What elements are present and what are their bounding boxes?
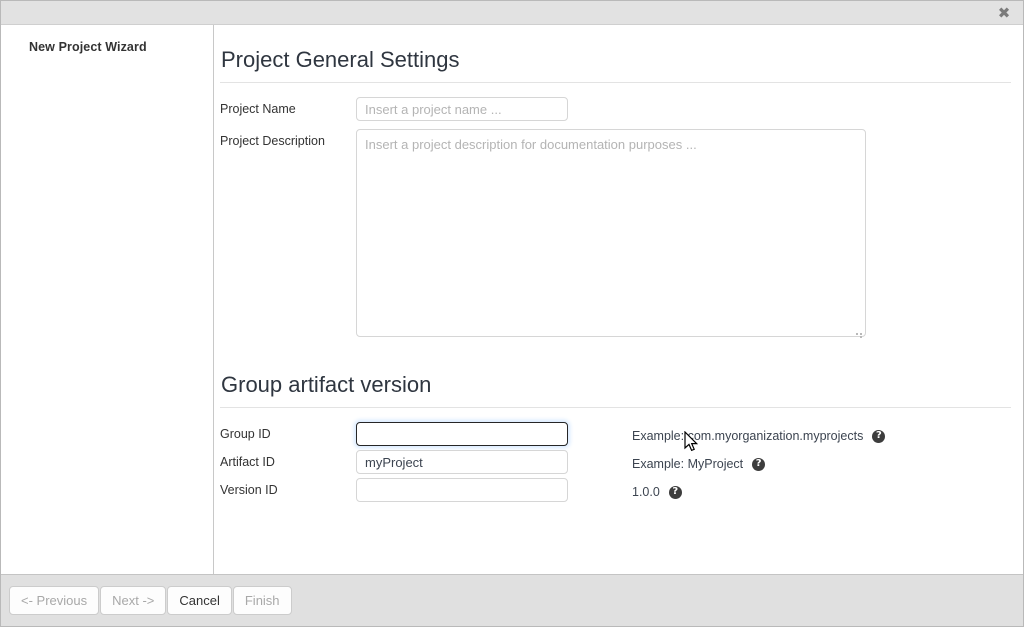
wizard-body: New Project Wizard Project General Setti… xyxy=(1,25,1023,574)
group-id-input[interactable] xyxy=(356,422,568,446)
close-icon[interactable]: ✖ xyxy=(995,4,1013,22)
help-icon[interactable]: ? xyxy=(752,458,765,471)
wizard-footer: <- Previous Next -> Cancel Finish xyxy=(1,574,1023,626)
artifact-id-hint: Example: MyProject ? xyxy=(632,450,765,471)
finish-button[interactable]: Finish xyxy=(233,586,292,615)
version-id-hint: 1.0.0 ? xyxy=(632,478,682,499)
version-id-field-col xyxy=(356,478,632,502)
wizard-sidebar: New Project Wizard xyxy=(1,25,214,574)
group-id-label: Group ID xyxy=(220,422,356,442)
project-name-row: Project Name xyxy=(220,97,1023,121)
cancel-button[interactable]: Cancel xyxy=(167,586,231,615)
gav-section-title: Group artifact version xyxy=(214,352,1023,407)
version-id-input[interactable] xyxy=(356,478,568,502)
project-name-label: Project Name xyxy=(220,97,356,117)
group-id-hint-text: Example: com.myorganization.myprojects xyxy=(632,429,863,443)
general-settings-form: Project Name Project Description xyxy=(214,83,1023,342)
project-description-label: Project Description xyxy=(220,129,356,149)
artifact-id-field-col xyxy=(356,450,632,474)
help-icon[interactable]: ? xyxy=(669,486,682,499)
previous-button[interactable]: <- Previous xyxy=(9,586,99,615)
page-title: Project General Settings xyxy=(214,25,1023,82)
wizard-content-panel: Project General Settings Project Name Pr… xyxy=(214,25,1023,574)
version-id-label: Version ID xyxy=(220,478,356,498)
artifact-id-hint-text: Example: MyProject xyxy=(632,457,743,471)
group-id-hint: Example: com.myorganization.myprojects ? xyxy=(632,422,885,443)
project-description-textarea[interactable] xyxy=(356,129,866,337)
gav-form: Group ID Example: com.myorganization.myp… xyxy=(214,408,1023,502)
artifact-id-label: Artifact ID xyxy=(220,450,356,470)
help-icon[interactable]: ? xyxy=(872,430,885,443)
window-titlebar: ✖ xyxy=(1,1,1023,25)
artifact-id-input[interactable] xyxy=(356,450,568,474)
artifact-id-row: Artifact ID Example: MyProject ? xyxy=(220,450,1023,474)
version-id-hint-text: 1.0.0 xyxy=(632,485,660,499)
group-id-row: Group ID Example: com.myorganization.myp… xyxy=(220,422,1023,446)
new-project-wizard-window: ✖ New Project Wizard Project General Set… xyxy=(0,0,1024,627)
project-description-row: Project Description xyxy=(220,129,1023,342)
project-description-field-wrap xyxy=(356,129,866,342)
group-id-field-col xyxy=(356,422,632,446)
project-name-field-wrap xyxy=(356,97,568,121)
next-button[interactable]: Next -> xyxy=(100,586,166,615)
sidebar-title: New Project Wizard xyxy=(1,35,213,54)
version-id-row: Version ID 1.0.0 ? xyxy=(220,478,1023,502)
project-name-input[interactable] xyxy=(356,97,568,121)
